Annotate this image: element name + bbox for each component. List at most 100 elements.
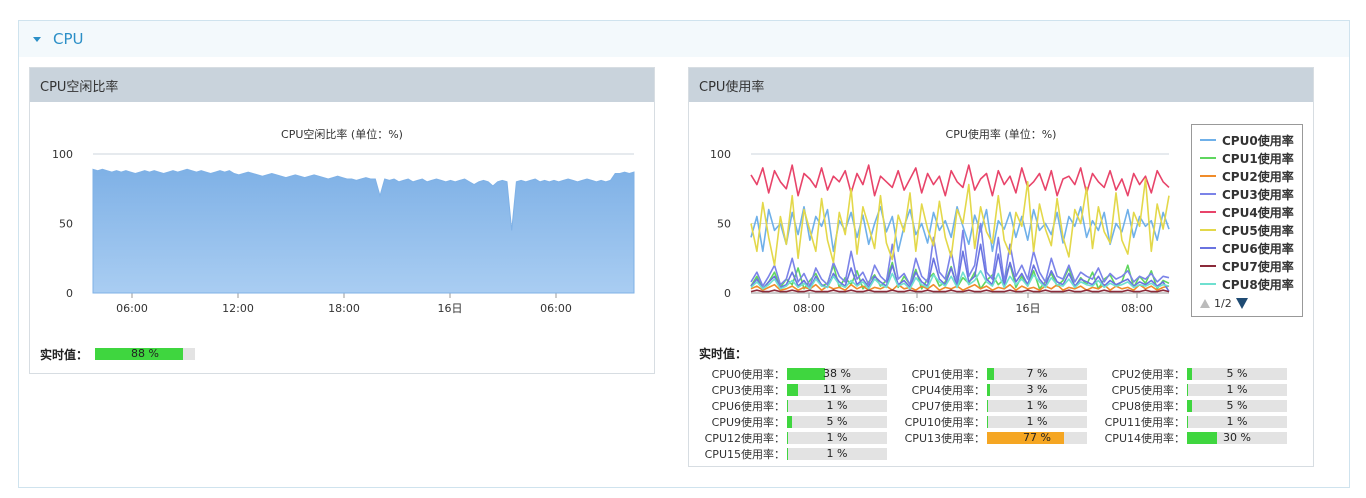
legend-swatch	[1200, 193, 1216, 195]
legend-swatch	[1200, 175, 1216, 177]
cpu-idle-chart: CPU空闲比率 (单位：%) 0 50 100 06:00 12:00 18:00 16日 06…	[52, 127, 635, 315]
legend-label: CPU5使用率	[1222, 223, 1294, 238]
idle-area-series	[92, 168, 635, 294]
cpu-usage-bar: 1 %	[987, 416, 1087, 428]
legend-label: CPU7使用率	[1222, 259, 1294, 274]
cpu-name-label: CPU3使用率：	[711, 384, 785, 397]
y-tick-label: 100	[710, 148, 731, 161]
cpu-usage-bar: 30 %	[1187, 432, 1287, 444]
cpu-realtime-row: CPU8使用率： 5 %	[1099, 398, 1287, 414]
cpu-usage-value: 38 %	[823, 367, 851, 380]
cpu-realtime-row: CPU14使用率： 30 %	[1099, 430, 1287, 446]
legend-pager: 1/2	[1200, 297, 1248, 310]
cpu-usage-bar: 1 %	[987, 400, 1087, 412]
legend-item[interactable]: CPU3使用率	[1200, 185, 1294, 203]
y-tick-label: 0	[724, 287, 731, 300]
panel-header: CPU使用率	[689, 68, 1313, 102]
cpu-usage-bar: 11 %	[787, 384, 887, 396]
legend-label: CPU1使用率	[1222, 151, 1294, 166]
cpu-name-label: CPU4使用率：	[911, 384, 985, 397]
cpu-usage-bar: 77 %	[987, 432, 1087, 444]
cpu-realtime-row: CPU0使用率： 38 %	[699, 366, 887, 382]
cpu-usage-value: 1 %	[826, 399, 848, 412]
cpu-usage-value: 1 %	[1226, 415, 1248, 428]
cpu-usage-value: 1 %	[826, 447, 848, 460]
legend-swatch	[1200, 247, 1216, 249]
cpu-realtime-row: CPU2使用率： 5 %	[1099, 366, 1287, 382]
cpu-name-label: CPU10使用率：	[904, 416, 985, 429]
cpu-name-label: CPU5使用率：	[1111, 384, 1185, 397]
cpu-realtime-row: CPU15使用率： 1 %	[699, 446, 887, 462]
cpu-name-label: CPU15使用率：	[704, 448, 785, 461]
cpu-name-label: CPU13使用率：	[904, 432, 985, 445]
legend-label: CPU4使用率	[1222, 205, 1294, 220]
cpu-usage-bar: 38 %	[787, 368, 887, 380]
cpu-usage-bar: 5 %	[1187, 368, 1287, 380]
x-tick-label: 08:00	[1121, 302, 1153, 315]
y-tick-label: 50	[717, 218, 731, 231]
legend-label: CPU6使用率	[1222, 241, 1294, 256]
legend-label: CPU2使用率	[1222, 169, 1294, 184]
cpu-realtime-row: CPU12使用率： 1 %	[699, 430, 887, 446]
cpu-section-header[interactable]: CPU	[19, 21, 1349, 57]
cpu-name-label: CPU14使用率：	[1104, 432, 1185, 445]
legend-item[interactable]: CPU6使用率	[1200, 239, 1294, 257]
chart-title: CPU空闲比率 (单位：%)	[281, 127, 403, 141]
cpu-name-label: CPU1使用率：	[911, 368, 985, 381]
cpu-usage-bar: 1 %	[787, 432, 887, 444]
idle-realtime-value: 88 %	[131, 347, 159, 360]
legend-item[interactable]: CPU4使用率	[1200, 203, 1294, 221]
cpu-usage-bar: 5 %	[787, 416, 887, 428]
x-tick-label: 08:00	[793, 302, 825, 315]
cpu-realtime-row: CPU6使用率： 1 %	[699, 398, 887, 414]
cpu-usage-bar: 1 %	[787, 448, 887, 460]
legend-prev-icon[interactable]	[1200, 299, 1210, 308]
cpu-realtime-row: CPU4使用率： 3 %	[899, 382, 1087, 398]
cpu-usage-value: 1 %	[1226, 383, 1248, 396]
cpu-name-label: CPU11使用率：	[1104, 416, 1185, 429]
legend-item[interactable]: CPU8使用率	[1200, 275, 1294, 293]
chart-title: CPU使用率 (单位：%)	[946, 127, 1057, 141]
idle-realtime-bar: 88 %	[95, 348, 195, 360]
legend-item[interactable]: CPU0使用率	[1200, 131, 1294, 149]
legend-page-indicator: 1/2	[1214, 297, 1232, 310]
cpu-name-label: CPU7使用率：	[911, 400, 985, 413]
series-line-CPU7使用率	[750, 289, 1170, 293]
cpu-realtime-row: CPU10使用率： 1 %	[899, 414, 1087, 430]
cpu-name-label: CPU12使用率：	[704, 432, 785, 445]
cpu-name-label: CPU6使用率：	[711, 400, 785, 413]
cpu-usage-bar: 1 %	[787, 400, 887, 412]
legend-label: CPU8使用率	[1222, 277, 1294, 292]
chart-legend: CPU0使用率 CPU1使用率 CPU2使用率 CPU3使用率 CPU4使用率 CPU5使…	[1191, 124, 1303, 317]
cpu-realtime-row: CPU3使用率： 11 %	[699, 382, 887, 398]
legend-swatch	[1200, 283, 1216, 285]
cpu-usage-bar: 5 %	[1187, 400, 1287, 412]
realtime-label: 实时值：	[699, 347, 748, 361]
cpu-usage-value: 1 %	[1026, 415, 1048, 428]
legend-next-icon[interactable]	[1235, 298, 1248, 309]
y-tick-label: 0	[66, 287, 73, 300]
cpu-usage-value: 11 %	[823, 383, 851, 396]
cpu-usage-bar: 1 %	[1187, 384, 1287, 396]
legend-item[interactable]: CPU7使用率	[1200, 257, 1294, 275]
caret-down-icon[interactable]	[33, 36, 41, 42]
x-tick-label: 12:00	[222, 302, 254, 315]
cpu-name-label: CPU2使用率：	[1111, 368, 1185, 381]
cpu-realtime-row: CPU1使用率： 7 %	[899, 366, 1087, 382]
cpu-usage-chart: CPU使用率 (单位：%) 0 50 100 08:00 16:00 16日 08:00	[710, 127, 1170, 315]
cpu-name-label: CPU9使用率：	[711, 416, 785, 429]
legend-item[interactable]: CPU2使用率	[1200, 167, 1294, 185]
x-tick-label: 16日	[1016, 302, 1041, 315]
panel-header: CPU空闲比率	[30, 68, 654, 102]
cpu-usage-panel: CPU使用率 CPU使用率 (单位：%) 0 50 100 08:00 16:00 16日 0…	[688, 67, 1314, 467]
x-tick-label: 06:00	[540, 302, 572, 315]
legend-label: CPU0使用率	[1222, 133, 1294, 148]
legend-item[interactable]: CPU1使用率	[1200, 149, 1294, 167]
legend-swatch	[1200, 157, 1216, 159]
legend-item[interactable]: CPU5使用率	[1200, 221, 1294, 239]
cpu-idle-panel: CPU空闲比率 CPU空闲比率 (单位：%) 0 50 100 06:00 12:00 18…	[29, 67, 655, 374]
cpu-usage-bar: 3 %	[987, 384, 1087, 396]
cpu-usage-bar: 1 %	[1187, 416, 1287, 428]
cpu-usage-value: 7 %	[1026, 367, 1048, 380]
cpu-usage-value: 5 %	[1226, 367, 1248, 380]
